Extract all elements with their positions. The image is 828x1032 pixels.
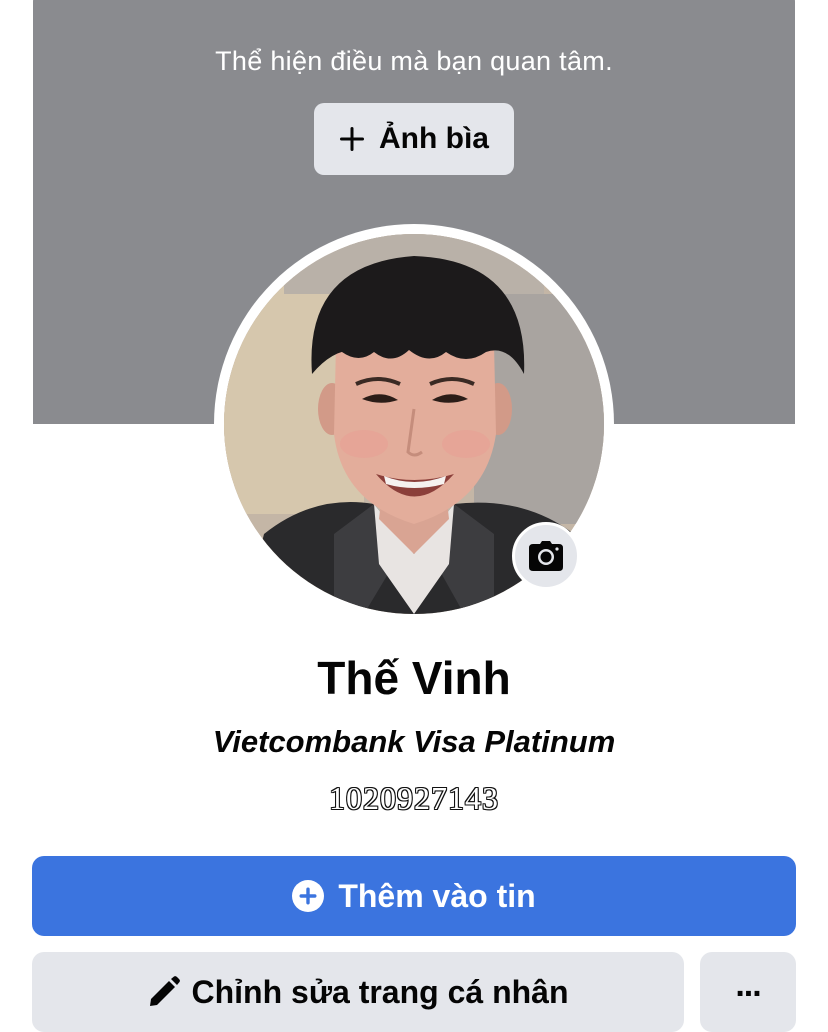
- ellipsis-icon: ...: [735, 965, 761, 1004]
- plus-icon: [339, 126, 365, 152]
- change-avatar-button[interactable]: [512, 522, 580, 590]
- profile-bio-line2: 1020927143: [329, 780, 499, 816]
- profile-bio-line1: Vietcombank Visa Platinum: [212, 724, 616, 759]
- cover-hint-text: Thể hiện điều mà bạn quan tâm.: [215, 46, 613, 76]
- edit-profile-label: Chỉnh sửa trang cá nhân: [191, 973, 569, 1010]
- camera-icon: [529, 541, 563, 571]
- add-cover-photo-button[interactable]: Ảnh bìa: [314, 103, 514, 175]
- add-to-story-button[interactable]: Thêm vào tin: [32, 856, 796, 936]
- profile-name: Thế Vinh: [317, 652, 511, 704]
- more-options-button[interactable]: ...: [700, 952, 796, 1032]
- add-to-story-label: Thêm vào tin: [338, 877, 536, 914]
- edit-profile-button[interactable]: Chỉnh sửa trang cá nhân: [32, 952, 684, 1032]
- pencil-icon: [148, 976, 180, 1008]
- add-cover-photo-label: Ảnh bìa: [379, 122, 489, 155]
- plus-circle-icon: [292, 880, 325, 912]
